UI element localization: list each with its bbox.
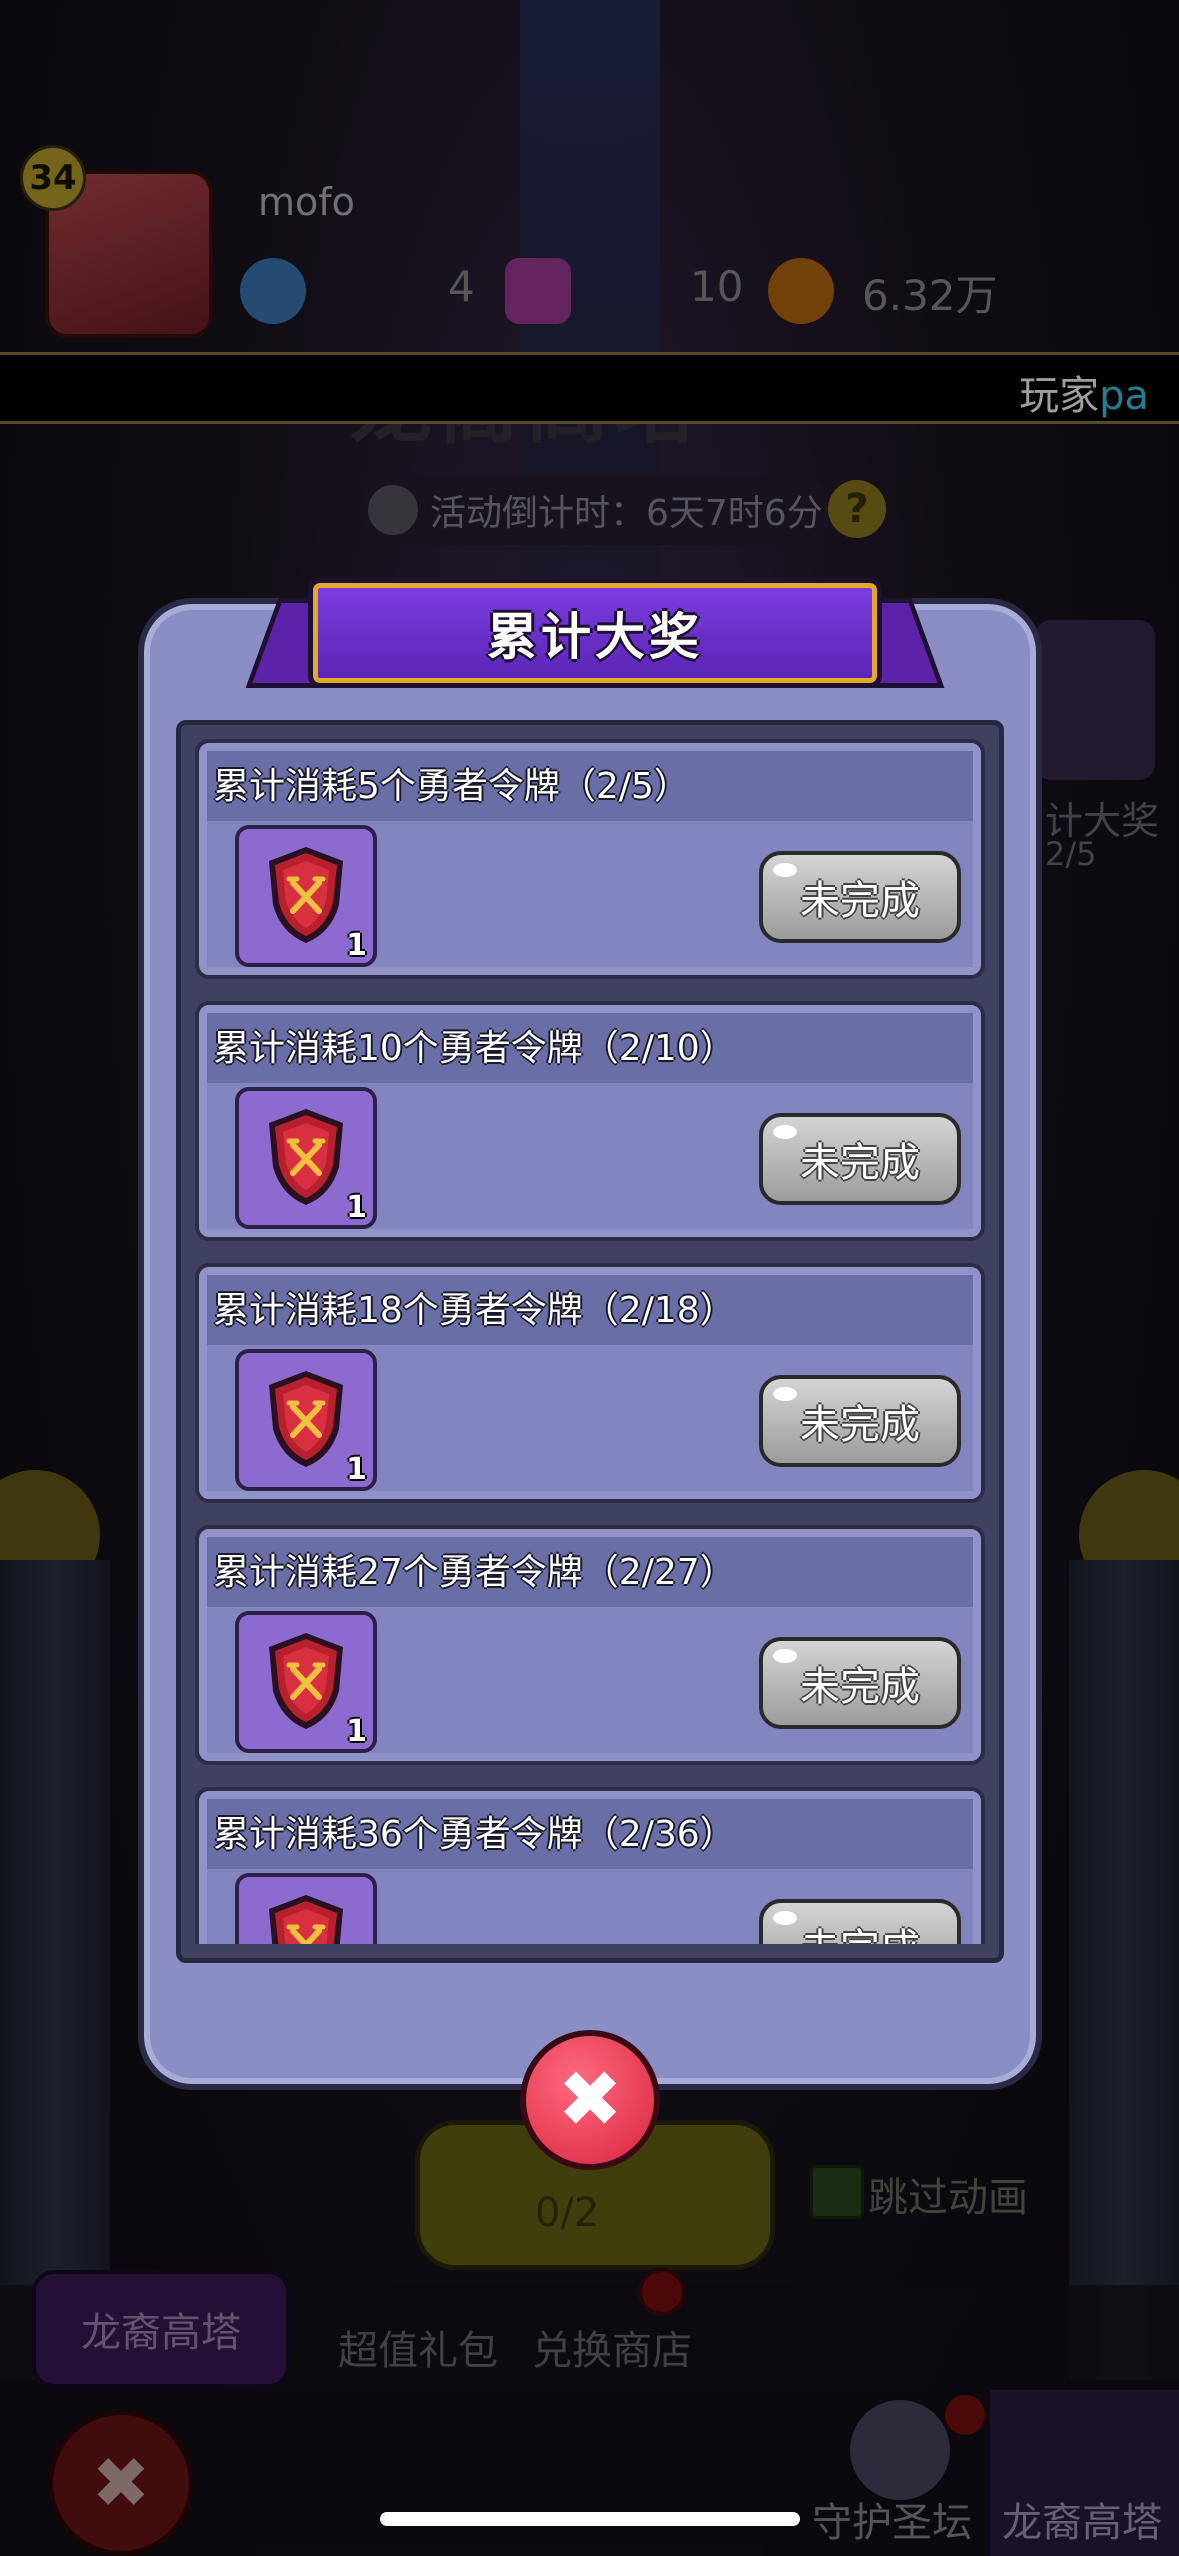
reward-item-count: 1 — [346, 1714, 367, 1749]
reward-card: 累计消耗5个勇者令牌（2/5） 1 未完成 — [195, 739, 985, 979]
hero-token-icon — [269, 847, 343, 943]
claim-status-button[interactable]: 未完成 — [759, 1113, 961, 1205]
claim-status-button[interactable]: 未完成 — [759, 851, 961, 943]
home-indicator — [380, 2512, 800, 2526]
reward-item-slot[interactable]: 1 — [235, 825, 377, 967]
claim-status-button[interactable]: 未完成 — [759, 1899, 961, 1944]
reward-list-viewport: 累计消耗5个勇者令牌（2/5） 1 未完成 累计消耗10个勇者令牌（2/10） 1 未完成… — [195, 739, 985, 1944]
reward-card: 累计消耗27个勇者令牌（2/27） 1 未完成 — [195, 1525, 985, 1765]
reward-item-slot[interactable]: 1 — [235, 1873, 377, 1944]
reward-card: 累计消耗10个勇者令牌（2/10） 1 未完成 — [195, 1001, 985, 1241]
reward-item-count: 1 — [346, 928, 367, 963]
reward-list[interactable]: 累计消耗5个勇者令牌（2/5） 1 未完成 累计消耗10个勇者令牌（2/10） 1 未完成… — [176, 720, 1004, 1963]
claim-status-button[interactable]: 未完成 — [759, 1637, 961, 1729]
reward-item-slot[interactable]: 1 — [235, 1611, 377, 1753]
hero-token-icon — [269, 1633, 343, 1729]
claim-status-button[interactable]: 未完成 — [759, 1375, 961, 1467]
reward-item-slot[interactable]: 1 — [235, 1349, 377, 1491]
reward-requirement: 累计消耗27个勇者令牌（2/27） — [213, 1552, 736, 1593]
reward-requirement: 累计消耗18个勇者令牌（2/18） — [213, 1290, 736, 1331]
dialog-title: 累计大奖 — [308, 578, 882, 688]
reward-item-slot[interactable]: 1 — [235, 1087, 377, 1229]
reward-requirement: 累计消耗10个勇者令牌（2/10） — [213, 1028, 736, 1069]
close-dialog-button[interactable]: ✖ — [520, 2030, 660, 2170]
reward-card: 累计消耗36个勇者令牌（2/36） 1 未完成 — [195, 1787, 985, 1944]
reward-requirement: 累计消耗5个勇者令牌（2/5） — [213, 766, 690, 807]
hero-token-icon — [269, 1371, 343, 1467]
reward-item-count: 1 — [346, 1190, 367, 1225]
hero-token-icon — [269, 1109, 343, 1205]
reward-item-count: 1 — [346, 1452, 367, 1487]
reward-requirement: 累计消耗36个勇者令牌（2/36） — [213, 1814, 736, 1855]
reward-card: 累计消耗18个勇者令牌（2/18） 1 未完成 — [195, 1263, 985, 1503]
hero-token-icon — [269, 1895, 343, 1944]
